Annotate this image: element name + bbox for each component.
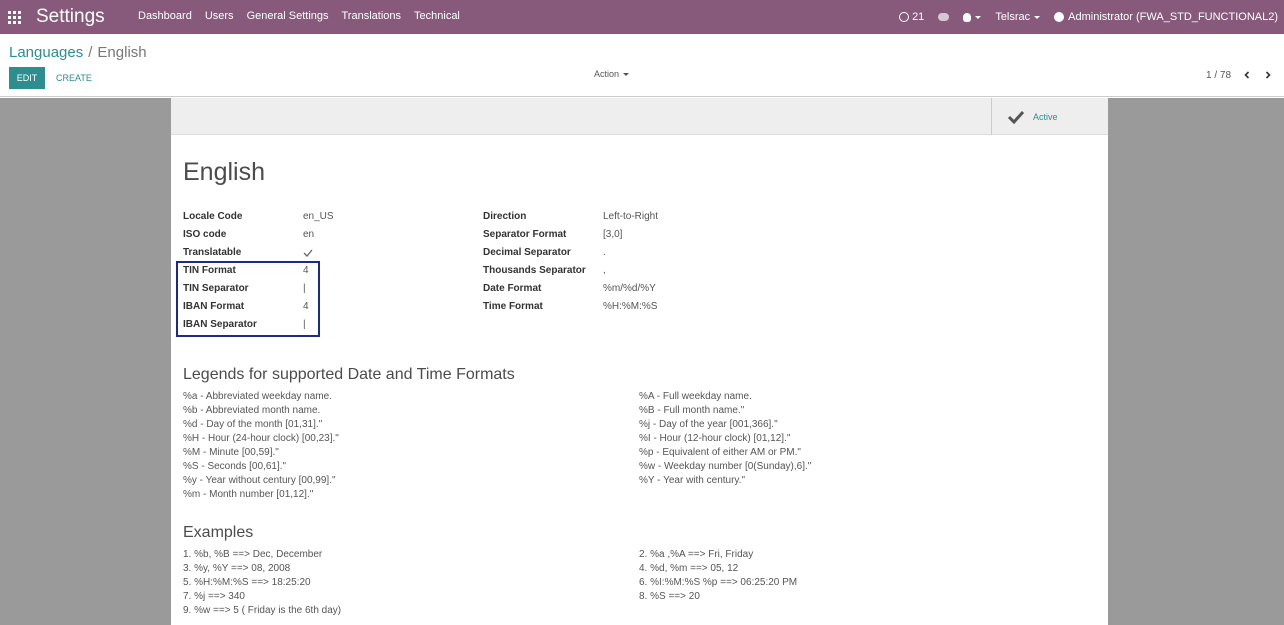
field-value: en_US [303,211,334,222]
user-name: Administrator (FWA_STD_FUNCTIONAL2) [1068,11,1278,23]
field-label: Date Format [483,283,542,294]
mentions-count: 21 [912,11,925,23]
field-label: Locale Code [183,211,243,222]
field-label: Translatable [183,247,242,258]
systray: 21 Telsrac Administrator (FWA_STD_FUNCTI… [899,0,1284,34]
bug-icon [963,12,972,22]
field-iso-code: ISO code en [183,226,314,244]
chevron-down-icon [975,15,982,19]
menu-users[interactable]: Users [205,10,234,22]
record-title: English [183,158,265,186]
form-view-area: Active English Locale Code en_US ISO cod… [0,98,1284,625]
pager-value: 1 / 78 [1206,70,1232,81]
legend-item: %b - Abbreviated month name. [183,405,321,416]
example-item: 5. %H:%M:%S ==> 18:25:20 [183,577,311,588]
field-value: %m/%d/%Y [603,283,656,294]
menu-dashboard[interactable]: Dashboard [138,10,192,22]
avatar-icon [1054,12,1065,22]
breadcrumb-separator: / [88,44,93,61]
example-item: 1. %b, %B ==> Dec, December [183,549,323,560]
check-icon [1007,110,1025,124]
chevron-down-icon [1034,15,1041,19]
mentions-button[interactable]: 21 [899,11,924,23]
example-item: 3. %y, %Y ==> 08, 2008 [183,563,291,574]
field-value: en [303,229,315,240]
control-panel: Languages / English EDIT CREATE Action 1 /… [0,34,1284,97]
menu-general-settings[interactable]: General Settings [247,10,329,22]
legend-item: %M - Minute [00,59]." [183,447,279,458]
legends-title: Legends for supported Date and Time Form… [183,366,515,383]
app-title: Settings [36,6,105,27]
breadcrumb-current: English [97,44,147,61]
example-item: 9. %w ==> 5 ( Friday is the 6th day) [183,605,342,616]
legend-item: %H - Hour (24-hour clock) [00,23]." [183,433,339,444]
menu-technical[interactable]: Technical [414,10,460,22]
create-button[interactable]: CREATE [56,67,92,89]
breadcrumb-languages[interactable]: Languages [9,44,83,61]
legend-item: %A - Full weekday name. [639,391,752,402]
highlight-annotation-box [176,261,320,337]
field-label: Separator Format [483,229,567,240]
form-sheet: Active English Locale Code en_US ISO cod… [171,98,1108,625]
field-thousands-separator: Thousands Separator , [483,262,606,280]
action-dropdown[interactable]: Action [594,69,630,79]
field-label: ISO code [183,229,227,240]
legend-item: %p - Equivalent of either AM or PM." [639,447,801,458]
breadcrumb: Languages / English [9,44,147,61]
active-label: Active [1033,111,1058,122]
legend-item: %m - Month number [01,12]." [183,489,314,500]
field-translatable: Translatable [183,244,313,262]
field-decimal-separator: Decimal Separator . [483,244,606,262]
edit-button[interactable]: EDIT [9,67,45,89]
legend-item: %w - Weekday number [0(Sunday),6]." [639,461,812,472]
field-time-format: Time Format %H:%M:%S [483,298,657,316]
company-name: Telsrac [995,11,1031,23]
field-label: Decimal Separator [483,247,571,258]
at-icon [899,12,910,22]
field-label: Thousands Separator [483,265,586,276]
button-box: Active [171,98,1108,135]
field-value: Left-to-Right [603,211,659,222]
checkbox-checked-icon[interactable] [303,244,313,262]
chat-button[interactable] [938,13,950,21]
field-label: Direction [483,211,527,222]
legend-item: %j - Day of the year [001,366]." [639,419,778,430]
field-value: [3,0] [603,229,623,240]
main-menu: Dashboard Users General Settings Transla… [138,10,473,22]
pager-previous-icon[interactable] [1243,71,1251,79]
field-value: , [603,265,606,276]
example-item: 8. %S ==> 20 [639,591,700,602]
pager-next-icon[interactable] [1264,71,1272,79]
legend-item: %a - Abbreviated weekday name. [183,391,332,402]
legend-item: %Y - Year with century." [639,475,746,486]
action-label: Action [594,69,620,79]
field-separator-format: Separator Format [3,0] [483,226,622,244]
field-value: . [603,247,606,258]
example-item: 4. %d, %m ==> 05, 12 [639,563,739,574]
example-item: 6. %I:%M:%S %p ==> 06:25:20 PM [639,577,798,588]
menu-translations[interactable]: Translations [342,10,402,22]
legend-item: %B - Full month name." [639,405,745,416]
top-navbar: Settings Dashboard Users General Setting… [0,0,1284,34]
field-label: Time Format [483,301,543,312]
user-menu[interactable]: Administrator (FWA_STD_FUNCTIONAL2) [1054,11,1278,23]
legend-item: %S - Seconds [00,61]." [183,461,287,472]
apps-menu-icon[interactable] [8,11,21,24]
field-value: %H:%M:%S [603,301,658,312]
debug-button[interactable] [963,12,982,22]
example-item: 2. %a ,%A ==> Fri, Friday [639,549,754,560]
field-date-format: Date Format %m/%d/%Y [483,280,656,298]
legend-item: %I - Hour (12-hour clock) [01,12]." [639,433,791,444]
legend-item: %d - Day of the month [01,31]." [183,419,323,430]
examples-title: Examples [183,524,254,541]
company-switcher[interactable]: Telsrac [995,11,1041,23]
chevron-down-icon [623,73,630,77]
field-direction: Direction Left-to-Right [483,208,658,226]
example-item: 7. %j ==> 340 [183,591,245,602]
active-toggle-button[interactable]: Active [991,98,1108,135]
field-locale-code: Locale Code en_US [183,208,334,226]
legend-item: %y - Year without century [00,99]." [183,475,336,486]
chat-icon [938,13,950,21]
